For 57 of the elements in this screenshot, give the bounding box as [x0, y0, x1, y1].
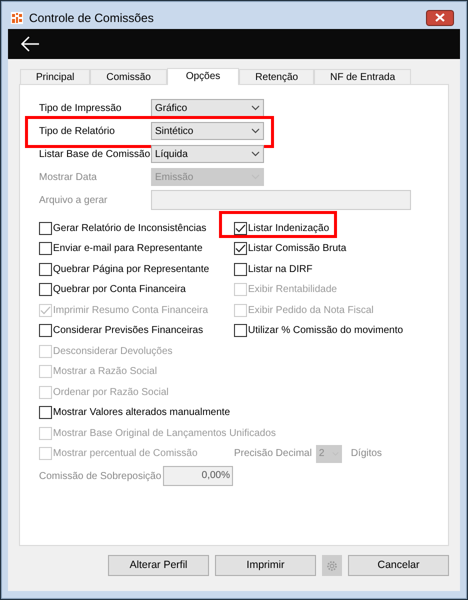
checkbox-label: Mostrar a Razão Social: [53, 365, 157, 380]
checkbox[interactable]: [234, 242, 247, 256]
checkbox-label: Desconsiderar Devoluções: [53, 344, 173, 359]
chevron-down-icon: [251, 151, 260, 157]
checkbox[interactable]: [39, 406, 52, 420]
checkbox-label: Quebrar Página por Representante: [53, 262, 210, 277]
button[interactable]: Imprimir: [215, 555, 316, 576]
chevron-down-icon: [251, 128, 260, 134]
field-label: Mostrar Data: [39, 170, 98, 184]
checkbox[interactable]: [39, 283, 52, 296]
checkbox-label: Mostrar Base Original de Lançamentos Unificados: [53, 426, 276, 441]
checkbox-label: Exibir Pedido da Nota Fiscal: [248, 304, 374, 318]
checkbox-label: Quebrar por Conta Financeira: [53, 283, 186, 298]
checkbox[interactable]: [234, 222, 247, 235]
checkbox-label: Enviar e-mail para Representante: [53, 242, 203, 256]
close-icon: [435, 13, 445, 22]
tab[interactable]: Retenção: [239, 69, 314, 84]
close-button[interactable]: [426, 10, 454, 26]
button[interactable]: Alterar Perfil: [108, 555, 209, 576]
checkbox[interactable]: [234, 324, 247, 338]
checkbox[interactable]: [39, 242, 52, 256]
checkbox-label: Gerar Relatório de Inconsistências: [53, 222, 206, 236]
percentage-field[interactable]: 0,00%: [163, 466, 233, 486]
field-label: Tipo de Impressão: [39, 102, 122, 116]
field-label: Listar Base de Comissão: [39, 148, 151, 162]
checkbox-label: Considerar Previsões Financeiras: [53, 324, 204, 338]
checkbox-label: Listar Indenização: [248, 222, 330, 236]
button[interactable]: Cancelar: [348, 555, 449, 576]
tab[interactable]: Opções: [166, 68, 240, 85]
checkbox-label: Listar Comissão Bruta: [248, 242, 346, 256]
checkbox[interactable]: [234, 262, 247, 276]
field-label: Arquivo a gerar: [39, 194, 108, 208]
field-label: Tipo de Relatório: [39, 124, 116, 138]
checkbox[interactable]: [39, 222, 52, 235]
checkbox-label: Ordenar por Razão Social: [53, 386, 169, 400]
back-arrow-icon[interactable]: [20, 36, 40, 52]
dropdown[interactable]: Gráfico: [151, 99, 264, 117]
unit-label: Dígitos: [350, 447, 382, 462]
tab[interactable]: Principal: [20, 69, 90, 84]
app-icon: [11, 12, 23, 24]
field-label: Precisão Decimal: [234, 447, 312, 462]
checkbox-label: Exibir Rentabilidade: [248, 283, 337, 298]
dropdown[interactable]: Líquida: [151, 145, 264, 163]
checkbox-label: Imprimir Resumo Conta Financeira: [53, 304, 208, 318]
chevron-down-icon: [251, 105, 260, 111]
tab[interactable]: NF de Entrada: [314, 69, 412, 84]
checkbox[interactable]: [39, 262, 52, 276]
checkbox-label: Mostrar Valores alterados manualmente: [53, 406, 230, 420]
checkbox[interactable]: [39, 324, 52, 338]
dropdown[interactable]: Sintético: [151, 122, 264, 140]
tab[interactable]: Comissão: [90, 69, 167, 84]
checkbox-label: Mostrar percentual de Comissão: [53, 447, 198, 462]
checkbox-label: Listar na DIRF: [248, 262, 312, 277]
window-title: Controle de Comissões: [29, 10, 154, 26]
field-label: Comissão de Sobreposição: [39, 470, 162, 484]
checkbox-label: Utilizar % Comissão do movimento: [248, 324, 404, 338]
gear-icon: [326, 560, 338, 572]
